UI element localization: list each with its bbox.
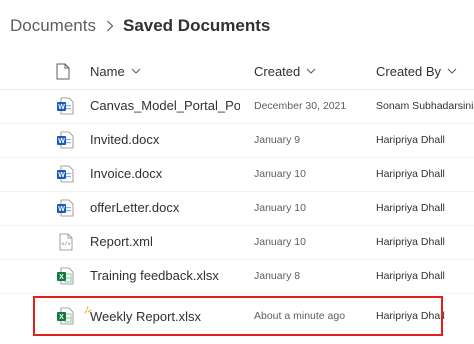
word-file-icon: W [56,199,74,217]
file-row[interactable]: W offerLetter.docx January 10 Haripriya … [0,191,474,226]
document-icon[interactable] [56,53,70,89]
file-created: January 9 [254,134,301,146]
chevron-right-icon [106,20,114,32]
svg-text:W: W [58,138,65,145]
file-name[interactable]: offerLetter.docx [90,191,240,225]
chevron-down-icon [447,68,457,74]
file-name[interactable]: Report.xml [90,225,240,259]
svg-text:W: W [58,172,65,179]
chevron-down-icon [306,68,316,74]
column-header-row: Name Created Created By [0,53,474,90]
column-header-name[interactable]: Name [90,53,141,89]
file-created: January 10 [254,236,306,248]
word-file-icon: W [56,165,74,183]
file-name[interactable]: Canvas_Model_Portal_Powe... [90,89,240,123]
svg-text:X: X [59,274,64,281]
svg-text:W: W [58,206,65,213]
file-created: December 30, 2021 [254,100,347,112]
file-row[interactable]: W Invoice.docx January 10 Haripriya Dhal… [0,157,474,192]
word-file-icon: W [56,131,74,149]
column-header-name-label: Name [90,63,125,79]
file-created-by[interactable]: Haripriya Dhall [376,191,445,225]
svg-text:W: W [58,104,65,111]
column-header-created-by-label: Created By [376,63,442,79]
breadcrumb: Documents Saved Documents [10,14,270,38]
file-created: January 10 [254,168,306,180]
file-name[interactable]: Invited.docx [90,123,240,157]
column-header-created-label: Created [254,63,301,79]
file-created-by[interactable]: Sonam Subhadarsini [376,89,473,123]
svg-text:</>: </> [61,242,70,248]
column-header-created[interactable]: Created [254,53,316,89]
file-name[interactable]: Invoice.docx [90,157,240,191]
chevron-down-icon [131,68,141,74]
file-created: January 8 [254,270,301,282]
file-row[interactable]: W Invited.docx January 9 Haripriya Dhall [0,123,474,158]
word-file-icon: W [56,97,74,115]
file-row[interactable]: </> Report.xml January 10 Haripriya Dhal… [0,225,474,260]
xml-file-icon: </> [56,233,74,251]
highlight-box [33,296,443,336]
file-created: January 10 [254,202,306,214]
column-header-created-by[interactable]: Created By [376,53,457,89]
breadcrumb-current: Saved Documents [122,16,271,35]
file-created-by[interactable]: Haripriya Dhall [376,157,445,191]
breadcrumb-documents-link[interactable]: Documents [10,16,96,36]
file-created-by[interactable]: Haripriya Dhall [376,225,445,259]
excel-file-icon: X [56,267,74,285]
file-created-by[interactable]: Haripriya Dhall [376,123,445,157]
file-row[interactable]: W Canvas_Model_Portal_Powe... December 3… [0,89,474,124]
file-name[interactable]: Training feedback.xlsx [90,259,240,293]
file-row[interactable]: X Training feedback.xlsx January 8 Harip… [0,259,474,294]
file-created-by[interactable]: Haripriya Dhall [376,259,445,293]
